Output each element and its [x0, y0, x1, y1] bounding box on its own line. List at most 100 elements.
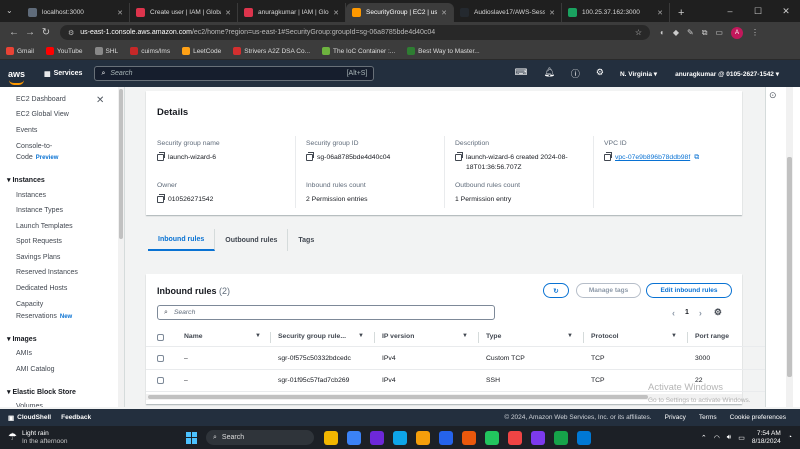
- bookmark-item[interactable]: SHL: [94, 47, 118, 55]
- clock[interactable]: 7:54 AM 8/18/2024: [752, 430, 781, 446]
- taskbar-app-icon[interactable]: [324, 430, 338, 445]
- new-tab-button[interactable]: +: [670, 7, 692, 22]
- tab-tags[interactable]: Tags: [288, 229, 324, 251]
- tab-search-icon[interactable]: ⌄: [6, 6, 13, 15]
- sidebar-item[interactable]: Instances: [16, 192, 46, 199]
- column-header[interactable]: Port range: [695, 333, 729, 340]
- menu-kebab-icon[interactable]: ⋮: [751, 28, 759, 37]
- bookmark-item[interactable]: The IoC Container :...: [322, 47, 395, 55]
- notifications-icon[interactable]: ◔: [788, 434, 792, 441]
- sidebar-section-instances[interactable]: Instances: [7, 176, 44, 184]
- rules-search-input[interactable]: ⌕ Search: [157, 305, 495, 320]
- sidebar-item[interactable]: Reserved Instances: [16, 269, 78, 276]
- taskbar-app-icon[interactable]: [393, 430, 407, 445]
- start-windows-icon[interactable]: [186, 431, 198, 444]
- copy-icon[interactable]: [604, 152, 612, 161]
- sort-caret-icon[interactable]: ▼: [671, 333, 677, 339]
- sidebar-item[interactable]: Console-to-: [16, 143, 52, 150]
- sort-caret-icon[interactable]: ▼: [567, 333, 573, 339]
- sidebar-item[interactable]: Code Preview: [16, 154, 58, 161]
- bookmark-item[interactable]: YouTube: [45, 47, 83, 55]
- browser-tab[interactable]: Audioslave17/AWS-Sessio ✕: [454, 3, 562, 22]
- url-field[interactable]: ⚙ us-east-1.console.aws.amazon.com/ec2/h…: [60, 25, 650, 40]
- extension-icon[interactable]: ◐: [660, 28, 665, 37]
- feedback-button[interactable]: Feedback: [61, 414, 91, 421]
- bookmark-item[interactable]: Strivers A2Z DSA Co...: [233, 47, 310, 55]
- browser-tab[interactable]: 100.25.37.162:3000 ✕: [562, 3, 670, 22]
- reload-icon[interactable]: ↻: [38, 27, 54, 38]
- terms-link[interactable]: Terms: [699, 414, 717, 421]
- copy-icon[interactable]: [157, 152, 165, 161]
- maximize-icon[interactable]: ☐: [744, 6, 772, 17]
- browser-tab[interactable]: localhost:3000 ✕: [22, 3, 130, 22]
- sidebar-section-elastic-block-store[interactable]: Elastic Block Store: [7, 388, 75, 396]
- bookmark-item[interactable]: Best Way to Master...: [407, 47, 480, 55]
- tab-close-icon[interactable]: ✕: [545, 9, 555, 17]
- sidebar-scrollbar[interactable]: [118, 87, 124, 407]
- sidebar-item[interactable]: Capacity: [16, 301, 43, 308]
- tab-outbound-rules[interactable]: Outbound rules: [215, 229, 289, 251]
- sidebar-item[interactable]: EC2 Dashboard: [16, 96, 66, 103]
- region-selector[interactable]: N. Virginia ▾: [620, 70, 657, 78]
- cookie-preferences-link[interactable]: Cookie preferences: [730, 414, 786, 421]
- taskbar-app-icon[interactable]: [462, 430, 476, 445]
- close-window-icon[interactable]: ✕: [772, 6, 800, 17]
- privacy-link[interactable]: Privacy: [665, 414, 686, 421]
- column-header[interactable]: Protocol: [591, 333, 619, 340]
- table-row[interactable]: – sgr-0f575c50332bdcedc IPv4 Custom TCP TCP 3…: [146, 348, 765, 370]
- row-checkbox[interactable]: [157, 355, 164, 362]
- copy-icon[interactable]: [306, 152, 314, 161]
- weather-widget[interactable]: ☂ Light rain In the afternoon: [0, 430, 170, 446]
- taskbar-app-icon[interactable]: [485, 430, 499, 445]
- current-page[interactable]: 1: [685, 309, 689, 316]
- browser-tab[interactable]: SecurityGroup | EC2 | us-ea✕: [346, 3, 454, 22]
- sidebar-section-images[interactable]: Images: [7, 335, 36, 343]
- close-icon[interactable]: ✕: [96, 95, 104, 106]
- bookmark-item[interactable]: LeetCode: [182, 47, 221, 55]
- sort-caret-icon[interactable]: ▼: [462, 333, 468, 339]
- vpc-id-link[interactable]: vpc-07e9b896b78ddb98f: [615, 153, 690, 163]
- sidebar-item[interactable]: AMIs: [16, 350, 32, 357]
- table-settings-gear-icon[interactable]: ⚙: [714, 307, 722, 318]
- taskbar-app-icon[interactable]: [347, 430, 361, 445]
- next-page-icon[interactable]: ›: [699, 308, 702, 318]
- tab-close-icon[interactable]: ✕: [329, 9, 339, 17]
- tray-chevron-icon[interactable]: ⌃: [701, 434, 707, 442]
- wifi-icon[interactable]: ◠: [714, 434, 720, 442]
- tab-close-icon[interactable]: ✕: [437, 9, 447, 17]
- sidebar-item[interactable]: Reservations New: [16, 313, 72, 320]
- sidepanel-icon[interactable]: ▭: [715, 28, 723, 37]
- profile-avatar[interactable]: A: [730, 26, 743, 39]
- prev-page-icon[interactable]: ‹: [672, 308, 675, 318]
- cloudshell-icon[interactable]: ⌨: [514, 67, 527, 80]
- sidebar-item[interactable]: Spot Requests: [16, 238, 62, 245]
- tab-close-icon[interactable]: ✕: [653, 9, 663, 17]
- column-header[interactable]: Security group rule...: [278, 333, 346, 340]
- taskbar-app-icon[interactable]: [577, 430, 591, 445]
- browser-tab[interactable]: Create user | IAM | Global ✕: [130, 3, 238, 22]
- account-menu[interactable]: anuragkumar @ 0105-2627-1542 ▾: [675, 70, 779, 78]
- site-info-icon[interactable]: ⚙: [68, 29, 74, 37]
- sidebar-item[interactable]: Dedicated Hosts: [16, 285, 67, 292]
- taskbar-app-icon[interactable]: [370, 430, 384, 445]
- help-icon[interactable]: ⓘ: [571, 67, 580, 80]
- sidebar-item[interactable]: Instance Types: [16, 207, 63, 214]
- forward-icon[interactable]: →: [22, 27, 38, 38]
- select-all-checkbox[interactable]: [157, 334, 164, 341]
- column-header[interactable]: Type: [486, 333, 501, 340]
- sort-caret-icon[interactable]: ▼: [255, 333, 261, 339]
- taskbar-app-icon[interactable]: [439, 430, 453, 445]
- extension-icon[interactable]: ◆: [673, 28, 679, 37]
- sidebar-item[interactable]: AMI Catalog: [16, 366, 55, 373]
- extension-icon[interactable]: ✎: [687, 28, 694, 37]
- bookmark-item[interactable]: cuims/lms: [130, 47, 170, 55]
- copy-icon[interactable]: [455, 152, 463, 161]
- back-icon[interactable]: ←: [6, 27, 22, 38]
- row-checkbox[interactable]: [157, 377, 164, 384]
- sidebar-item[interactable]: EC2 Global View: [16, 111, 69, 118]
- page-scrollbar[interactable]: [786, 87, 793, 407]
- services-menu[interactable]: ▦ Services: [44, 70, 82, 78]
- info-panel-icon[interactable]: ⊙: [769, 90, 777, 101]
- tab-close-icon[interactable]: ✕: [113, 9, 123, 17]
- bookmark-item[interactable]: Gmail: [6, 47, 34, 55]
